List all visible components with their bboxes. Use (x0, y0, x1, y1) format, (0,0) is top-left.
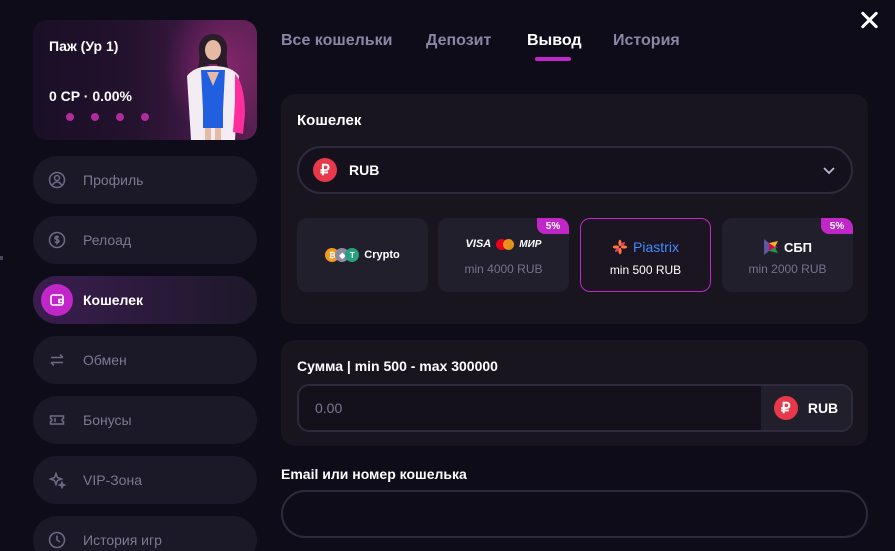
sidebar-item-exchange[interactable]: Обмен (33, 336, 257, 384)
user-icon (41, 164, 73, 196)
mastercard-icon (496, 238, 515, 250)
progress-dot (141, 113, 149, 121)
wallet-title: Кошелек (297, 112, 362, 129)
close-icon[interactable] (858, 9, 880, 31)
method-brand-label: СБП (783, 239, 813, 255)
email-input[interactable] (283, 492, 866, 536)
method-brand-label: Piastrix (633, 239, 679, 255)
sidebar-item-label: Обмен (83, 352, 127, 368)
sidebar-item-label: История игр (83, 532, 162, 548)
sidebar-item-bonuses[interactable]: Бонусы (33, 396, 257, 444)
sidebar-item-wallet[interactable]: Кошелек (33, 276, 257, 324)
amount-field: ₽ RUB (297, 384, 853, 432)
sidebar-item-label: Бонусы (83, 412, 132, 428)
level-progress-dots (66, 113, 149, 121)
sidebar-item-label: Профиль (83, 172, 144, 188)
method-brand-label: Crypto (364, 249, 400, 261)
chevron-down-icon (823, 167, 835, 175)
progress-dot (116, 113, 124, 121)
tab-deposit[interactable]: Депозит (426, 32, 491, 50)
bonus-badge: 5% (821, 218, 853, 234)
wallet-icon (41, 284, 73, 316)
amount-label: Сумма | min 500 - max 300000 (297, 358, 498, 374)
sparkle-icon (41, 464, 73, 496)
ruble-icon: ₽ (773, 396, 798, 420)
sidebar-item-label: VIP-Зона (83, 472, 142, 488)
amount-currency-label: RUB (807, 400, 839, 416)
sidebar-item-vip[interactable]: VIP-Зона (33, 456, 257, 504)
edge-marker (0, 256, 3, 260)
ruble-icon: ₽ (313, 158, 337, 182)
ticket-icon (41, 404, 73, 436)
dollar-icon (41, 224, 73, 256)
profile-card: Паж (Ур 1) 0 CP · 0.00% (33, 20, 257, 140)
tab-all-wallets[interactable]: Все кошельки (281, 32, 392, 50)
tab-withdraw[interactable]: Вывод (527, 32, 582, 50)
sidebar-item-profile[interactable]: Профиль (33, 156, 257, 204)
method-min: min 500 RUB (609, 263, 682, 277)
avatar-illustration (187, 34, 245, 140)
email-label: Email или номер кошелька (281, 466, 467, 482)
profile-name: Паж (Ур 1) (49, 38, 119, 54)
tab-history[interactable]: История (613, 32, 680, 50)
exchange-icon (41, 344, 73, 376)
profile-cp: 0 CP · 0.00% (49, 88, 133, 104)
bonus-badge: 5% (537, 218, 569, 234)
tether-icon: T (345, 248, 360, 262)
progress-dot (66, 113, 74, 121)
currency-value: RUB (349, 162, 380, 178)
amount-input[interactable] (299, 386, 761, 430)
sidebar-item-label: Релоад (83, 232, 132, 248)
method-piastrix[interactable]: Piastrix min 500 RUB (580, 218, 711, 292)
method-brand: СБП (722, 238, 853, 256)
method-min: min 4000 RUB (464, 262, 543, 276)
amount-currency: ₽ RUB (761, 386, 851, 430)
method-brand: ₿ ◆ T Crypto (297, 248, 428, 262)
currency-select[interactable]: ₽ RUB (297, 146, 853, 194)
progress-dot (91, 113, 99, 121)
sidebar-item-game-history[interactable]: История игр (33, 516, 257, 551)
piastrix-icon (612, 239, 628, 255)
visa-logo: VISA (465, 238, 492, 250)
sidebar-item-label: Кошелек (83, 292, 144, 308)
crypto-coins-icon: ₿ ◆ T (325, 248, 360, 262)
method-cards[interactable]: 5% VISA МИР min 4000 RUB (438, 218, 569, 292)
mir-logo: МИР (519, 238, 542, 250)
method-crypto[interactable]: ₿ ◆ T Crypto (297, 218, 428, 292)
wallet-panel: Кошелек ₽ RUB ₿ ◆ T Crypto 5% VISA МИР m… (281, 94, 868, 324)
wallet-modal: Паж (Ур 1) 0 CP · 0.00% Профиль Релоад К… (0, 0, 895, 551)
active-tab-indicator (535, 57, 571, 61)
method-brand: Piastrix (581, 239, 710, 255)
method-sbp[interactable]: 5% СБП min 2000 RUB (722, 218, 853, 292)
sidebar-item-reload[interactable]: Релоад (33, 216, 257, 264)
email-field (281, 490, 868, 538)
clock-icon (41, 524, 73, 551)
amount-panel: Сумма | min 500 - max 300000 ₽ RUB (281, 340, 868, 446)
method-brand: VISA МИР (438, 238, 569, 250)
method-min: min 2000 RUB (748, 262, 827, 276)
sbp-icon (763, 239, 778, 255)
